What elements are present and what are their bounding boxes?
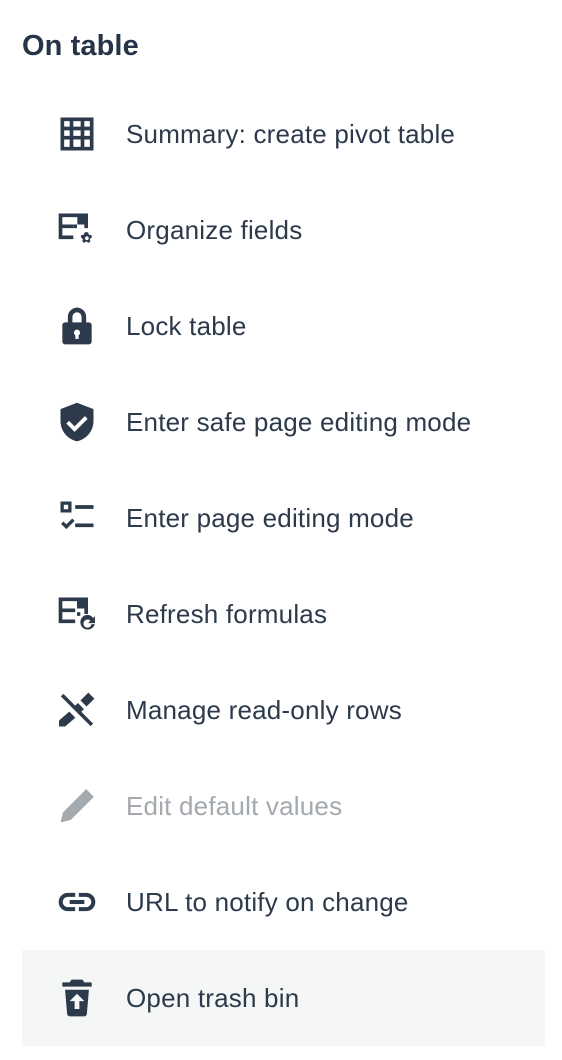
menu-item-safe-editing-mode[interactable]: Enter safe page editing mode [22,374,545,470]
menu-item-label: Enter page editing mode [126,503,414,533]
checklist-icon [54,498,100,538]
trash-restore-icon [54,978,100,1018]
shield-check-icon [54,402,100,442]
menu-item-refresh-formulas[interactable]: Refresh formulas [22,566,545,662]
menu-item-label: Lock table [126,311,247,341]
menu-item-read-only-rows[interactable]: Manage read-only rows [22,662,545,758]
link-icon [54,882,100,922]
table-refresh-icon [54,594,100,634]
menu-item-open-trash-bin[interactable]: Open trash bin [22,950,545,1046]
menu-item-summary-pivot[interactable]: Summary: create pivot table [22,86,545,182]
menu-item-page-editing-mode[interactable]: Enter page editing mode [22,470,545,566]
menu-item-organize-fields[interactable]: Organize fields [22,182,545,278]
menu-item-label: Manage read-only rows [126,695,402,725]
table-options-panel: On table Summary: create pivot table Org… [0,0,562,1060]
pencil-off-icon [54,690,100,730]
table-settings-icon [54,210,100,250]
menu-item-edit-default-values: Edit default values [22,758,545,854]
menu-item-lock-table[interactable]: Lock table [22,278,545,374]
menu-item-label: Summary: create pivot table [126,119,456,149]
table-options-menu: Summary: create pivot table Organize fie… [22,86,545,1046]
menu-item-label: Refresh formulas [126,599,328,629]
menu-item-label: Organize fields [126,215,303,245]
menu-item-notify-url[interactable]: URL to notify on change [22,854,545,950]
menu-item-label: URL to notify on change [126,887,409,917]
pivot-table-icon [54,114,100,154]
pencil-icon [54,786,100,826]
section-title: On table [22,30,139,62]
menu-item-label: Enter safe page editing mode [126,407,472,437]
menu-item-label: Edit default values [126,791,343,821]
menu-item-label: Open trash bin [126,983,300,1013]
lock-icon [54,306,100,346]
